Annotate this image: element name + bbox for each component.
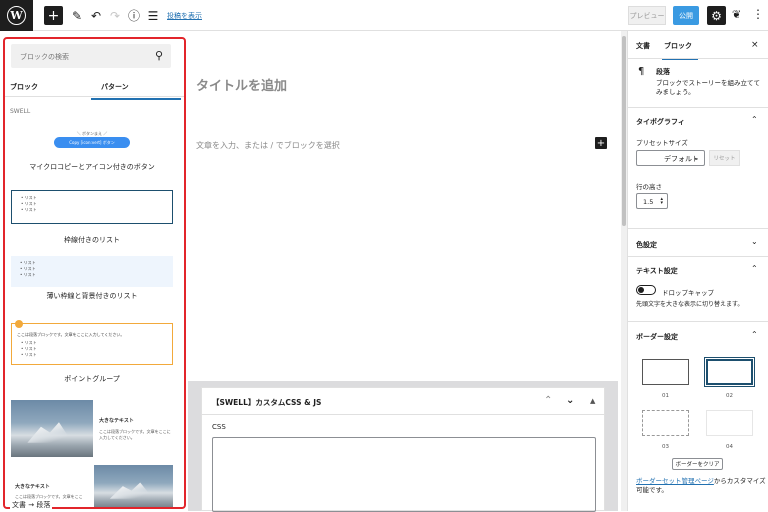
block-name: 段落 <box>656 68 670 76</box>
more-options-icon[interactable]: ⋮ <box>752 7 764 21</box>
pattern-title: 薄い枠線と背景付きのリスト <box>46 292 138 300</box>
inserter-tabs: ブロック パターン <box>5 79 184 100</box>
tab-document[interactable]: 文書 <box>636 41 650 51</box>
border-settings-heading[interactable]: ボーダー設定 <box>636 332 678 342</box>
settings-gear-icon[interactable]: ⚙ <box>707 6 726 25</box>
pattern-title: マイクロコピーとアイコン付きのボタン <box>29 163 155 171</box>
css-label: CSS <box>212 423 226 431</box>
point-icon <box>15 320 23 328</box>
editor-canvas: タイトルを追加 文章を入力、または / でブロックを選択 + 【SWELL】カス… <box>188 31 621 512</box>
add-block-button[interactable]: + <box>44 6 63 25</box>
border-option-02[interactable] <box>706 359 753 385</box>
wordpress-logo-icon[interactable]: W <box>0 0 33 31</box>
divider <box>628 321 768 322</box>
search-icon: ⚲ <box>154 49 163 62</box>
pattern-preview-button: Copy [icon:vert] ボタン <box>54 137 130 148</box>
metabox-header: 【SWELL】カスタムCSS & JS ⌃ ⌄ ▲ <box>202 388 604 415</box>
tab-blocks[interactable]: ブロック <box>10 82 38 92</box>
undo-icon[interactable]: ↶ <box>89 6 103 25</box>
pattern-image-text[interactable]: 大きなテキスト ここは段落ブロックです。文章をここに入力してください。 <box>11 400 173 460</box>
divider <box>628 58 768 59</box>
custom-css-metabox: 【SWELL】カスタムCSS & JS ⌃ ⌄ ▲ CSS <box>201 387 605 512</box>
breadcrumb: 文書 → 段落 <box>10 500 53 510</box>
chevron-down-icon[interactable]: ⌄ <box>751 237 758 246</box>
close-icon[interactable]: × <box>751 40 759 50</box>
block-inserter-panel: ブロックの検索 ⚲ ブロック パターン SWELL ＼ ボタンまえ ／ Copy… <box>3 37 186 509</box>
pattern-title: 枠線付きのリスト <box>64 236 120 244</box>
search-placeholder: ブロックの検索 <box>20 53 69 61</box>
dropcap-toggle[interactable] <box>636 285 656 295</box>
chevron-down-icon: ⌄ <box>693 154 699 162</box>
breadcrumb-block[interactable]: 段落 <box>36 501 50 509</box>
pattern-preview: • リスト • リスト • リスト <box>11 256 173 287</box>
divider <box>628 228 768 229</box>
text-settings-heading[interactable]: テキスト設定 <box>636 266 678 276</box>
post-title-input[interactable]: タイトルを追加 <box>196 75 287 94</box>
border-manage-link[interactable]: ボーダーセット管理ページ <box>636 477 714 485</box>
line-height-label: 行の高さ <box>636 183 662 191</box>
border-option-03[interactable] <box>642 410 689 436</box>
pattern-bordered-list[interactable]: • リスト • リスト • リスト 枠線付きのリスト <box>11 189 173 249</box>
pattern-bg-list[interactable]: • リスト • リスト • リスト 薄い枠線と背景付きのリスト <box>11 255 173 305</box>
settings-sidebar: 文書 ブロック × ¶ 段落 ブロックでストーリーを組み立ててみましょう。 タイ… <box>627 31 768 511</box>
pattern-preview: • リスト • リスト • リスト <box>11 190 173 224</box>
pattern-button-microcopy[interactable]: ＼ ボタンまえ ／ Copy [icon:vert] ボタン マイクロコピーとア… <box>11 129 173 179</box>
divider <box>628 256 768 257</box>
info-icon[interactable]: ⓘ <box>127 6 141 25</box>
block-search-input[interactable]: ブロックの検索 ⚲ <box>11 44 171 68</box>
pattern-preview: ここは段落ブロックです。文章をここに入力してください。 • リスト • リスト • … <box>11 320 173 365</box>
border-option-01[interactable] <box>642 359 689 385</box>
line-height-input[interactable]: 1.5 ▴ ▾ <box>636 193 668 209</box>
paragraph-icon: ¶ <box>638 66 645 77</box>
border-help-text: ボーダーセット管理ページからカスタマイズ可能です。 <box>636 477 766 494</box>
preset-size-label: プリセットサイズ <box>636 139 688 147</box>
clear-border-button[interactable]: ボーダーをクリア <box>672 458 723 470</box>
top-toolbar: W + ✎ ↶ ↷ ⓘ ☰ 投稿を表示 プレビュー 公開 ⚙ ❦ ⋮ <box>0 0 768 31</box>
stepper-icon: ▴ ▾ <box>660 196 663 206</box>
tab-patterns[interactable]: パターン <box>91 82 181 100</box>
chevron-up-icon[interactable]: ⌃ <box>751 264 758 273</box>
swell-icon[interactable]: ❦ <box>732 8 741 21</box>
metabox-title: 【SWELL】カスタムCSS & JS <box>212 398 322 407</box>
add-block-inline-button[interactable]: + <box>595 137 607 149</box>
css-textarea[interactable] <box>212 437 596 512</box>
move-up-icon[interactable]: ⌃ <box>544 395 552 406</box>
divider <box>628 107 768 108</box>
preset-size-select[interactable]: デフォルト ⌄ <box>636 150 705 166</box>
pattern-point-group[interactable]: ここは段落ブロックです。文章をここに入力してください。 • リスト • リスト • … <box>11 320 173 397</box>
typography-heading[interactable]: タイポグラフィ <box>636 117 685 127</box>
chevron-up-icon[interactable]: ⌃ <box>751 330 758 339</box>
pattern-title: ポイントグループ <box>64 375 120 383</box>
reset-button[interactable]: リセット <box>709 150 740 166</box>
publish-button[interactable]: 公開 <box>673 6 699 25</box>
mountain-image <box>94 465 173 507</box>
move-down-icon[interactable]: ⌄ <box>566 395 574 406</box>
view-post-link[interactable]: 投稿を表示 <box>167 11 202 21</box>
preview-button[interactable]: プレビュー <box>628 6 666 25</box>
metabox-area: 【SWELL】カスタムCSS & JS ⌃ ⌄ ▲ CSS <box>188 381 618 512</box>
toggle-panel-icon[interactable]: ▲ <box>590 397 595 405</box>
color-settings-heading[interactable]: 色設定 <box>636 240 657 250</box>
dropcap-label: ドロップキャップ <box>662 289 714 297</box>
breadcrumb-doc[interactable]: 文書 <box>12 501 26 509</box>
breadcrumb-separator: → <box>28 501 35 509</box>
block-description: ブロックでストーリーを組み立ててみましょう。 <box>656 79 760 96</box>
border-option-04[interactable] <box>706 410 753 436</box>
edit-pencil-icon[interactable]: ✎ <box>70 6 84 25</box>
list-view-icon[interactable]: ☰ <box>146 6 160 25</box>
inserter-scrollbar[interactable] <box>185 79 186 349</box>
mountain-image <box>11 400 93 457</box>
chevron-up-icon[interactable]: ⌃ <box>751 115 758 124</box>
redo-icon[interactable]: ↷ <box>108 6 122 25</box>
paragraph-block[interactable]: 文章を入力、または / でブロックを選択 <box>196 140 340 151</box>
pattern-category: SWELL <box>10 108 31 115</box>
dropcap-help: 先頭文字を大きな表示に切り替えます。 <box>636 301 744 308</box>
